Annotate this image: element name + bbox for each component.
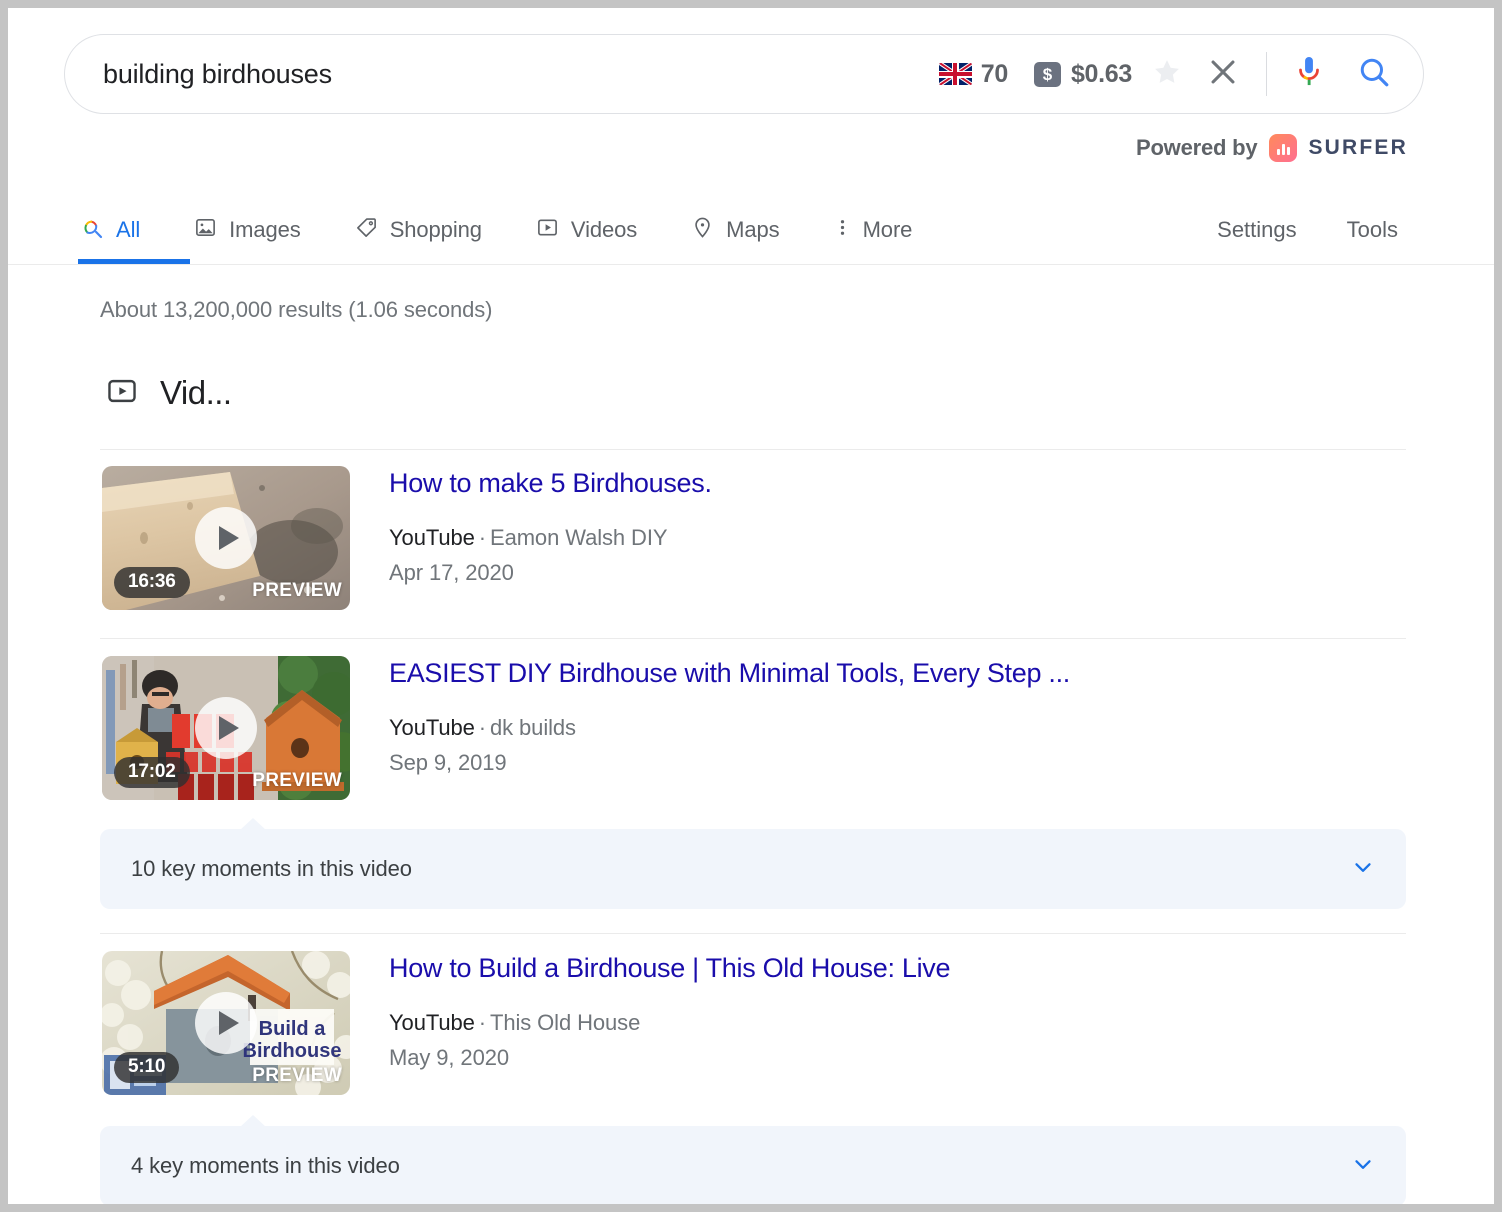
video-result: Build a Birdhouse 5:10 PREVIEW How to Bu… xyxy=(102,951,951,1095)
cost-badge-icon: $ xyxy=(1033,61,1061,87)
settings-button[interactable]: Settings xyxy=(1217,217,1297,243)
video-channel: Eamon Walsh DIY xyxy=(490,525,668,550)
surfer-logo-icon xyxy=(1269,134,1298,162)
video-info: How to Build a Birdhouse | This Old Hous… xyxy=(389,951,951,1095)
tab-images-label: Images xyxy=(229,217,301,242)
source-separator: · xyxy=(478,1010,486,1035)
divider-1 xyxy=(100,638,1406,639)
results-count: About 13,200,000 results (1.06 seconds) xyxy=(100,297,493,322)
chevron-down-icon[interactable] xyxy=(1350,1151,1376,1182)
video-date: Sep 9, 2019 xyxy=(389,750,507,775)
search-bar-container: building birdhouses 70 $ $0.63 xyxy=(64,34,1424,114)
image-icon xyxy=(194,216,217,244)
video-thumbnail[interactable]: Build a Birdhouse 5:10 PREVIEW xyxy=(102,951,350,1095)
play-icon[interactable] xyxy=(195,697,257,759)
search-nav-bar: All Images Shopping Videos Maps More Set… xyxy=(8,190,1494,265)
svg-text:Birdhouse: Birdhouse xyxy=(243,1040,342,1062)
powered-by-label: Powered by xyxy=(1135,135,1258,160)
video-channel: dk builds xyxy=(490,715,576,740)
preview-label: PREVIEW xyxy=(252,770,342,791)
tab-images[interactable]: Images xyxy=(194,190,301,264)
video-thumbnail[interactable]: 17:02 PREVIEW xyxy=(102,656,350,800)
video-result: 16:36 PREVIEW How to make 5 Birdhouses. … xyxy=(102,466,712,610)
cost-per-click-value: $0.63 xyxy=(1070,59,1132,88)
uk-flag-icon xyxy=(938,63,972,85)
video-info: How to make 5 Birdhouses. YouTube · Eamon … xyxy=(389,466,712,610)
source-separator: · xyxy=(478,715,486,740)
tab-shopping[interactable]: Shopping xyxy=(355,190,482,264)
video-section-icon xyxy=(106,375,138,412)
search-submit-icon[interactable] xyxy=(1357,55,1391,94)
divider-2 xyxy=(100,933,1406,934)
more-vertical-icon xyxy=(834,216,851,244)
video-duration: 16:36 xyxy=(114,567,190,598)
tab-more[interactable]: More xyxy=(834,190,913,264)
video-duration: 5:10 xyxy=(114,1052,180,1083)
videos-section-header: Vid... xyxy=(106,374,232,412)
video-source: YouTube · Eamon Walsh DIY xyxy=(389,525,712,551)
key-moments-label: 4 key moments in this video xyxy=(131,1153,400,1178)
preview-label: PREVIEW xyxy=(252,580,342,601)
star-icon[interactable] xyxy=(1152,57,1182,92)
play-icon[interactable] xyxy=(195,992,257,1054)
nav-tools: Settings Tools xyxy=(1167,190,1398,264)
video-thumbnail[interactable]: 16:36 PREVIEW xyxy=(102,466,350,610)
video-platform: YouTube xyxy=(389,525,475,550)
microphone-icon[interactable] xyxy=(1293,55,1325,94)
video-title-link[interactable]: How to Build a Birdhouse | This Old Hous… xyxy=(389,953,951,984)
tag-icon xyxy=(355,216,378,244)
video-channel: This Old House xyxy=(490,1010,641,1035)
chevron-down-icon[interactable] xyxy=(1350,854,1376,885)
play-icon[interactable] xyxy=(195,507,257,569)
tab-maps-label: Maps xyxy=(726,217,780,242)
country-volume-value: 70 xyxy=(980,59,1009,88)
divider-top xyxy=(100,449,1406,450)
video-title-link[interactable]: How to make 5 Birdhouses. xyxy=(389,468,712,499)
video-duration: 17:02 xyxy=(114,757,190,788)
video-date: May 9, 2020 xyxy=(389,1045,509,1070)
search-input[interactable]: building birdhouses xyxy=(103,59,939,90)
browser-page: building birdhouses 70 $ $0.63 Powered b… xyxy=(8,8,1494,1204)
video-date: Apr 17, 2020 xyxy=(389,560,514,585)
svg-text:Build a: Build a xyxy=(259,1018,327,1040)
map-pin-icon xyxy=(691,216,714,244)
preview-label: PREVIEW xyxy=(252,1065,342,1086)
tab-more-label: More xyxy=(862,217,913,242)
tab-videos[interactable]: Videos xyxy=(536,190,637,264)
video-source: YouTube · dk builds xyxy=(389,715,1070,741)
tab-shopping-label: Shopping xyxy=(389,217,482,242)
tools-button[interactable]: Tools xyxy=(1347,217,1398,243)
search-bar-divider xyxy=(1266,52,1267,96)
key-moments-label: 10 key moments in this video xyxy=(131,856,412,881)
surfer-brand-label: SURFER xyxy=(1308,136,1408,159)
video-platform: YouTube xyxy=(389,1010,475,1035)
video-icon xyxy=(536,216,559,244)
tab-videos-label: Videos xyxy=(570,217,638,242)
close-icon[interactable] xyxy=(1206,55,1240,94)
search-bar[interactable]: building birdhouses 70 $ $0.63 xyxy=(64,34,1424,114)
key-moments-panel[interactable]: 10 key moments in this video xyxy=(100,818,1406,909)
video-title-link[interactable]: EASIEST DIY Birdhouse with Minimal Tools… xyxy=(389,658,1070,689)
video-source: YouTube · This Old House xyxy=(389,1010,950,1036)
tab-all[interactable]: All xyxy=(77,190,191,264)
dollar-glyph: $ xyxy=(1042,64,1053,84)
video-result: 17:02 PREVIEW EASIEST DIY Birdhouse with… xyxy=(102,656,1070,800)
source-separator: · xyxy=(478,525,486,550)
tab-all-label: All xyxy=(116,217,141,242)
google-search-icon xyxy=(80,216,104,245)
key-moments-panel[interactable]: 4 key moments in this video xyxy=(100,1115,1406,1204)
nav-tabs: All Images Shopping Videos Maps More xyxy=(77,190,966,264)
powered-by-surfer: Powered by SURFER xyxy=(1136,134,1408,162)
search-bar-actions: 70 $ $0.63 xyxy=(938,52,1393,96)
video-info: EASIEST DIY Birdhouse with Minimal Tools… xyxy=(389,656,1070,800)
video-platform: YouTube xyxy=(389,715,475,740)
tab-maps[interactable]: Maps xyxy=(691,190,780,264)
videos-section-title: Vid... xyxy=(160,374,232,411)
